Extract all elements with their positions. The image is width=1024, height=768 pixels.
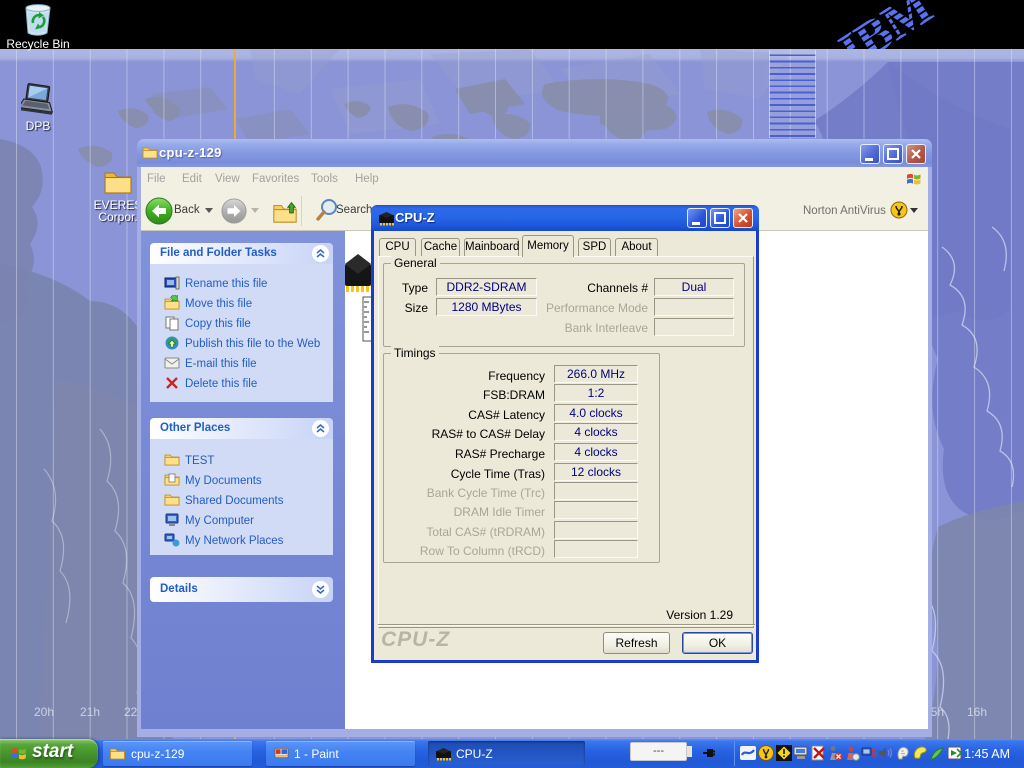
svg-text:IBM: IBM [829, 0, 941, 49]
